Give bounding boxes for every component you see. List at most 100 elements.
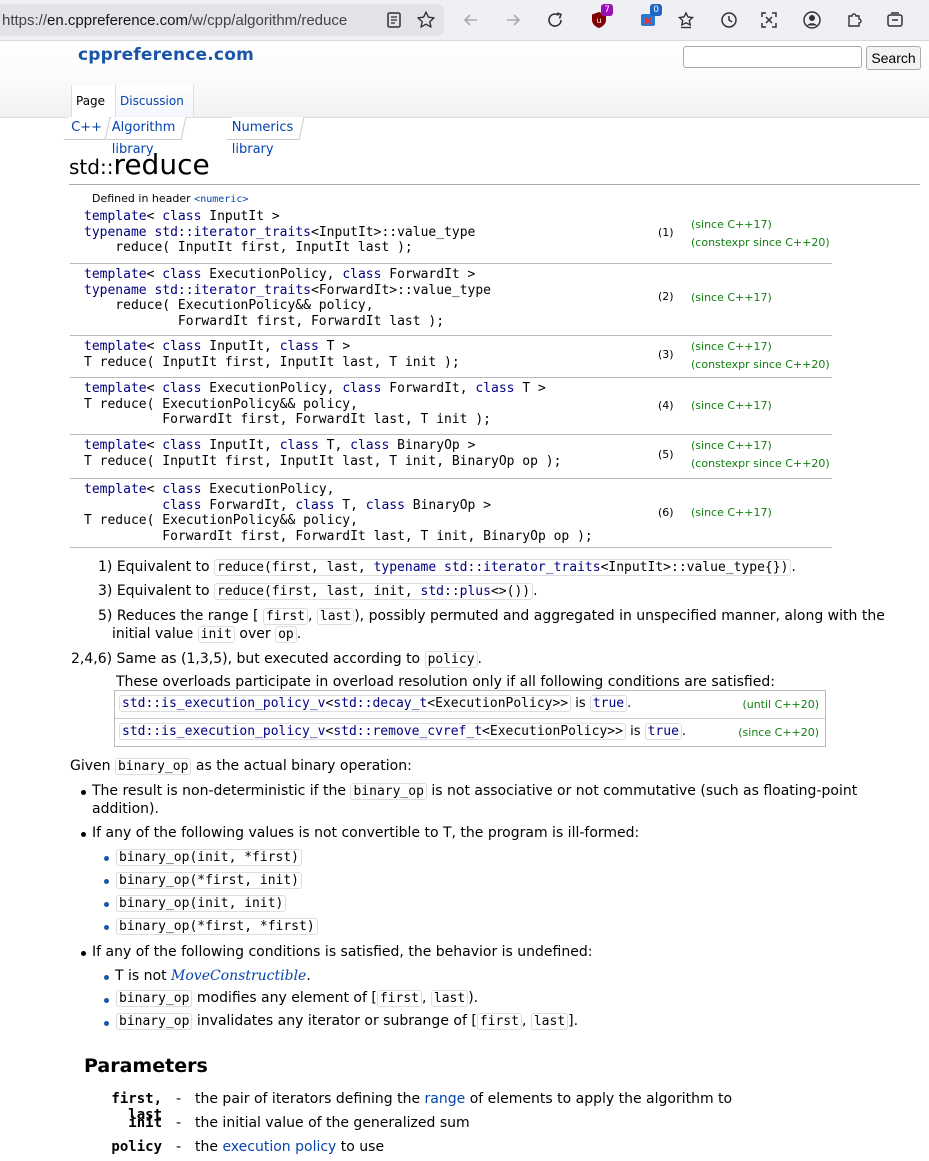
header-link[interactable]: <numeric> [194,194,248,205]
title-namespace: std:: [69,155,114,179]
breadcrumb-numerics-library[interactable]: Numerics library [226,117,304,157]
code-first: first [262,608,308,625]
param-dash: - [176,1115,182,1131]
pocket-icon[interactable] [674,8,698,32]
since-label: (since C++17) [691,340,772,353]
forward-arrow-icon[interactable] [501,8,525,32]
since-label: (since C++17) [691,218,772,231]
site-header: cppreference.com Search Page Discussion [0,41,929,118]
defined-in-label: Defined in header [92,192,195,205]
revision-label: (until C++20) [742,698,819,711]
search-button[interactable]: Search [866,46,921,70]
item-text: Equivalent to [116,559,210,575]
since-label: (constexpr since C++20) [691,457,830,470]
svg-text:u: u [596,16,601,25]
tab-discussion[interactable]: Discussion [115,85,194,117]
bullet-nondeterministic-cont: addition). [92,801,159,817]
declaration-table-bottom [70,547,832,548]
since-label: (since C++17) [691,399,772,412]
ublock-extension-icon[interactable]: u7 [587,4,613,32]
breadcrumb-label: Numerics library [231,120,294,157]
param-name: policy [111,1139,162,1155]
true-keyword: true [644,723,682,740]
param-desc: the initial value of the generalized sum [195,1115,470,1131]
sub-item: binary_op(init, *first) [116,848,303,867]
is-word: is [630,724,641,739]
bullet-nondeterministic: The result is non-deterministic if the b… [92,782,857,801]
undefined-item-3: binary_op invalidates any iterator or su… [116,1012,578,1031]
bullet [81,790,86,795]
since-label: (since C++17) [691,506,772,519]
code-first: first [476,1013,522,1030]
address-bar[interactable]: https://en.cppreference.com/w/cpp/algori… [0,4,444,36]
given-intro: Given binary_op as the actual binary ope… [70,757,412,776]
since-label: (since C++17) [691,291,772,304]
declaration-1: template< class InputIt > typename std::… [70,206,832,263]
param-dash: - [176,1091,182,1107]
account-icon[interactable] [800,8,824,32]
declaration-2: template< class ExecutionPolicy, class F… [70,263,832,335]
condition-expr: std::is_execution_policy_v<std::decay_t<… [119,695,631,712]
defined-in-header: Defined in header <numeric> [92,192,248,205]
site-logo[interactable]: cppreference.com [78,45,254,65]
desc-item-3: 3) Equivalent to reduce(first, last, ini… [98,583,538,600]
breadcrumb-cpp[interactable]: C++ [63,117,111,140]
back-arrow-icon[interactable] [459,8,483,32]
declaration-number: (6) [658,506,674,519]
bullet [104,925,109,930]
code-first: first [376,990,422,1007]
bullet [81,951,86,956]
code-binary-op: binary_op [350,783,427,800]
url-path: /w/cpp/algorithm/reduce [187,12,348,29]
url-text[interactable]: https://en.cppreference.com/w/cpp/algori… [2,12,347,29]
range-link[interactable]: range [425,1091,466,1107]
declaration-number: (5) [658,448,674,461]
bullet [104,902,109,907]
screenshot-icon[interactable] [757,8,781,32]
bullet [104,856,109,861]
title-name: reduce [113,148,210,181]
declaration-3: template< class InputIt, class T > T red… [70,335,832,377]
bookmark-star-icon[interactable] [414,8,438,32]
text: to use [336,1139,385,1155]
item-text: Same as (1,3,5), but executed according … [116,651,421,667]
since-label: (constexpr since C++20) [691,236,830,249]
bullet [81,832,86,837]
since-label: (constexpr since C++20) [691,358,830,371]
search-input[interactable] [683,46,862,68]
desc-item-1: 1) Equivalent to reduce(first, last, typ… [98,559,796,576]
text: Given [70,758,111,774]
breadcrumb-algorithm-library[interactable]: Algorithm library [106,117,187,157]
code-snippet: reduce(first, last, init, std::plus<>()) [214,583,534,600]
code-snippet: binary_op(*first, init) [116,872,303,889]
declaration-table: template< class InputIt > typename std::… [70,206,832,549]
code-policy: policy [424,651,478,668]
declaration-4: template< class ExecutionPolicy, class F… [70,377,832,434]
tab-page[interactable]: Page [71,85,119,117]
is-word: is [575,696,586,711]
tabs-overview-icon[interactable] [883,8,907,32]
since-label: (since C++17) [691,439,772,452]
execution-policy-link[interactable]: execution policy [222,1139,336,1155]
sub-item: binary_op(*first, init) [116,871,303,890]
text: the initial value of the generalized sum [195,1115,470,1131]
declaration-number: (1) [658,226,674,239]
browser-toolbar: https://en.cppreference.com/w/cpp/algori… [0,0,929,41]
item-label: 2,4,6) [71,651,113,667]
declaration-5: template< class InputIt, class T, class … [70,434,832,478]
undefined-item-2: binary_op modifies any element of [first… [116,989,478,1008]
title-divider [69,184,920,185]
extensions-puzzle-icon[interactable] [842,8,866,32]
item-label: 1) [98,559,113,575]
code-snippet: binary_op(init, *first) [116,849,303,866]
sub-item: binary_op(*first, *first) [116,917,318,936]
reader-view-icon[interactable] [382,8,406,32]
history-clock-icon[interactable] [717,8,741,32]
conditions-table: std::is_execution_policy_v<std::decay_t<… [114,690,826,747]
declaration-number: (3) [658,348,674,361]
param-name: init [128,1115,162,1131]
blocker-extension-icon[interactable]: 0 [636,4,662,32]
move-constructible-link[interactable]: MoveConstructible [171,968,306,984]
item-label: 3) [98,583,113,599]
reload-icon[interactable] [543,8,567,32]
